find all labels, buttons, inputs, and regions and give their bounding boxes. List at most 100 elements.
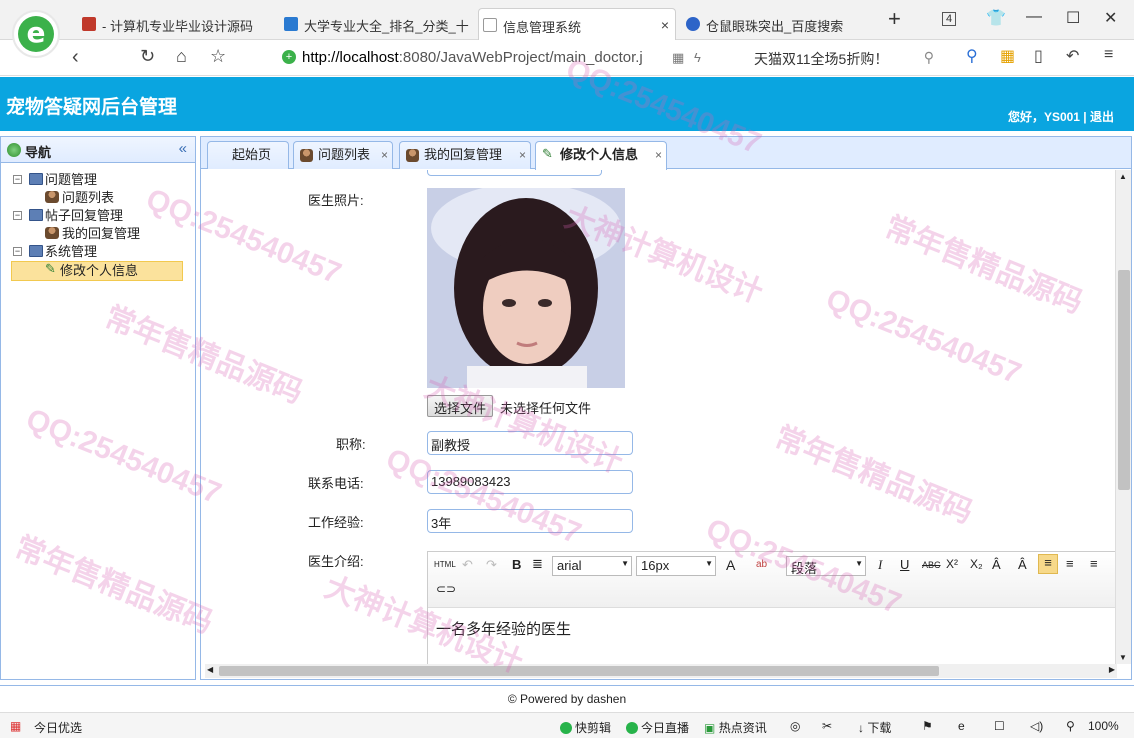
find-icon[interactable]: ⚲ (966, 46, 978, 66)
flag-icon[interactable]: ⚑ (922, 719, 933, 733)
tab-question-list[interactable]: 问题列表 × (293, 141, 393, 169)
ie-icon[interactable]: e (958, 719, 965, 733)
undo-icon[interactable]: ↶ (462, 557, 473, 573)
browser-tab-2[interactable]: 大学专业大全_排名_分类_十 (280, 8, 470, 40)
rich-text-editor[interactable]: HTML ↶ ↷ B ≣ arial ▼ 16px ▼ A ab 段落 ▼ I U A… (427, 551, 1117, 664)
scroll-thumb[interactable] (219, 666, 939, 676)
skin-icon[interactable]: 👕 (986, 8, 1006, 28)
font-family-select[interactable]: arial ▼ (552, 556, 632, 576)
experience-field[interactable]: 3年 (427, 509, 633, 533)
search-box[interactable]: 天猫双11全场5折购！ ⚲ (748, 45, 948, 71)
new-tab-button[interactable]: + (888, 6, 901, 32)
browser-tab-active[interactable]: 信息管理系统 × (478, 8, 676, 40)
address-bar[interactable]: + http://localhost:8080/JavaWebProject/m… (272, 45, 742, 71)
lightning-icon[interactable]: ϟ (694, 50, 701, 65)
scroll-down-icon[interactable]: ▼ (1119, 653, 1127, 662)
bg-color-button[interactable]: ab (756, 559, 767, 570)
close-tab-icon[interactable]: × (519, 142, 526, 168)
choose-file-button[interactable]: 选择文件 (427, 395, 494, 417)
scroll-left-icon[interactable]: ◀ (207, 665, 213, 674)
tree-item-question-list[interactable]: 问题列表 (1, 189, 195, 207)
zoom-level[interactable]: 100% (1088, 719, 1119, 733)
scroll-thumb[interactable] (1118, 270, 1130, 490)
phone-field[interactable]: 13989083423 (427, 470, 633, 494)
photo-label: 医生照片: (308, 193, 364, 208)
title-field[interactable]: 副教授 (427, 431, 633, 455)
italic-button[interactable]: I (878, 557, 882, 573)
collapse-icon[interactable]: « (179, 140, 187, 157)
tree-item-my-replies[interactable]: 我的回复管理 (1, 225, 195, 243)
browser-tab-4[interactable]: 仓鼠眼珠突出_百度搜索 (682, 8, 872, 40)
news-icon: ▣ (704, 721, 716, 735)
minimize-icon[interactable]: — (1026, 8, 1042, 26)
back-icon[interactable]: ‹ (72, 46, 79, 69)
redo-icon[interactable]: ↷ (486, 557, 497, 573)
collapse-node-icon[interactable]: − (13, 175, 22, 184)
editor-body-text[interactable]: 一名多年经验的医生 (436, 618, 571, 639)
html-source-button[interactable]: HTML (434, 560, 456, 569)
news-link[interactable]: ▣ 热点资讯 (704, 719, 767, 736)
tab-count-badge[interactable]: 4 (942, 12, 957, 26)
tree-group-replies[interactable]: − 帖子回复管理 (1, 207, 195, 225)
user-greeting[interactable]: 您好，YS001 | 退出 (1008, 108, 1114, 125)
tab-my-replies[interactable]: 我的回复管理 × (399, 141, 531, 169)
align-right-icon[interactable]: ≡ (1090, 556, 1098, 571)
quick-edit-link[interactable]: 快剪辑 (560, 719, 611, 736)
previous-field[interactable] (427, 170, 602, 176)
search-icon[interactable]: ⚲ (924, 49, 934, 66)
close-window-icon[interactable]: ✕ (1104, 8, 1117, 28)
font-size-select[interactable]: 16px ▼ (636, 556, 716, 576)
favicon-icon (284, 17, 298, 31)
align-center-icon[interactable]: ≡ (1066, 556, 1074, 571)
star-icon[interactable]: ☆ (210, 46, 226, 67)
refresh-icon[interactable]: ↻ (140, 46, 155, 67)
close-tab-icon[interactable]: × (655, 142, 662, 168)
home-icon[interactable]: ⌂ (176, 46, 187, 67)
window-icon[interactable]: ☐ (994, 719, 1005, 733)
qr-icon[interactable]: ▦ (672, 50, 684, 66)
download-link[interactable]: ↓ 下载 (858, 719, 891, 736)
gift-icon: ▦ (10, 719, 22, 733)
tab-home[interactable]: 起始页 (207, 141, 289, 169)
paragraph-select[interactable]: 段落 ▼ (786, 556, 866, 576)
collapse-node-icon[interactable]: − (13, 211, 22, 220)
align-left-icon[interactable]: ≡ (1038, 554, 1058, 574)
collapse-node-icon[interactable]: − (13, 247, 22, 256)
format-painter-icon[interactable]: Â (992, 557, 1001, 572)
tools-icon[interactable]: ✂ (822, 719, 832, 733)
close-tab-icon[interactable]: × (381, 142, 388, 168)
tab-edit-profile[interactable]: ✎ 修改个人信息 × (535, 141, 667, 170)
vertical-scrollbar[interactable]: ▲ ▼ (1115, 170, 1131, 664)
tree-group-system[interactable]: − 系统管理 (1, 243, 195, 261)
scroll-up-icon[interactable]: ▲ (1119, 172, 1127, 181)
sound-icon[interactable]: ◁) (1030, 719, 1043, 733)
tree-item-edit-profile[interactable]: 修改个人信息 ✎ (1, 261, 195, 281)
underline-button[interactable]: U (900, 557, 909, 572)
strikethrough-button[interactable]: ABC (922, 560, 941, 570)
tree-group-questions[interactable]: − 问题管理 (1, 171, 195, 189)
daily-picks-link[interactable]: 今日优选 (34, 719, 82, 736)
reader-icon[interactable]: ▯ (1034, 46, 1043, 66)
maximize-icon[interactable]: ☐ (1066, 8, 1080, 28)
horizontal-scrollbar[interactable]: ◀ ▶ (205, 664, 1117, 678)
globe-icon (7, 143, 21, 157)
bold-button[interactable]: B (512, 557, 521, 572)
link-icon[interactable]: ⊂⊃ (436, 582, 456, 596)
browser-logo[interactable]: e (12, 10, 60, 58)
form-content: 医生照片: 选择文件 未选择任何文件 职称: 副教授 联系电话: 1398908… (205, 170, 1117, 664)
undo-icon[interactable]: ↶ (1066, 46, 1079, 66)
menu-icon[interactable]: ≡ (1104, 46, 1113, 64)
speed-icon[interactable]: ◎ (790, 719, 800, 733)
live-link[interactable]: 今日直播 (626, 719, 689, 736)
close-tab-icon[interactable]: × (661, 17, 669, 33)
secure-icon: + (282, 50, 296, 64)
font-color-button[interactable]: A (726, 557, 735, 573)
apps-icon[interactable]: ▦ (1000, 46, 1015, 66)
clear-format-icon[interactable]: ≣ (532, 556, 543, 572)
browser-tab-1[interactable]: - 计算机专业毕业设计源码 (78, 8, 268, 40)
clear-style-icon[interactable]: Â (1018, 557, 1027, 572)
scroll-right-icon[interactable]: ▶ (1109, 665, 1115, 674)
zoom-icon[interactable]: ⚲ (1066, 719, 1075, 733)
superscript-button[interactable]: X² (946, 557, 958, 571)
subscript-button[interactable]: X₂ (970, 557, 983, 571)
